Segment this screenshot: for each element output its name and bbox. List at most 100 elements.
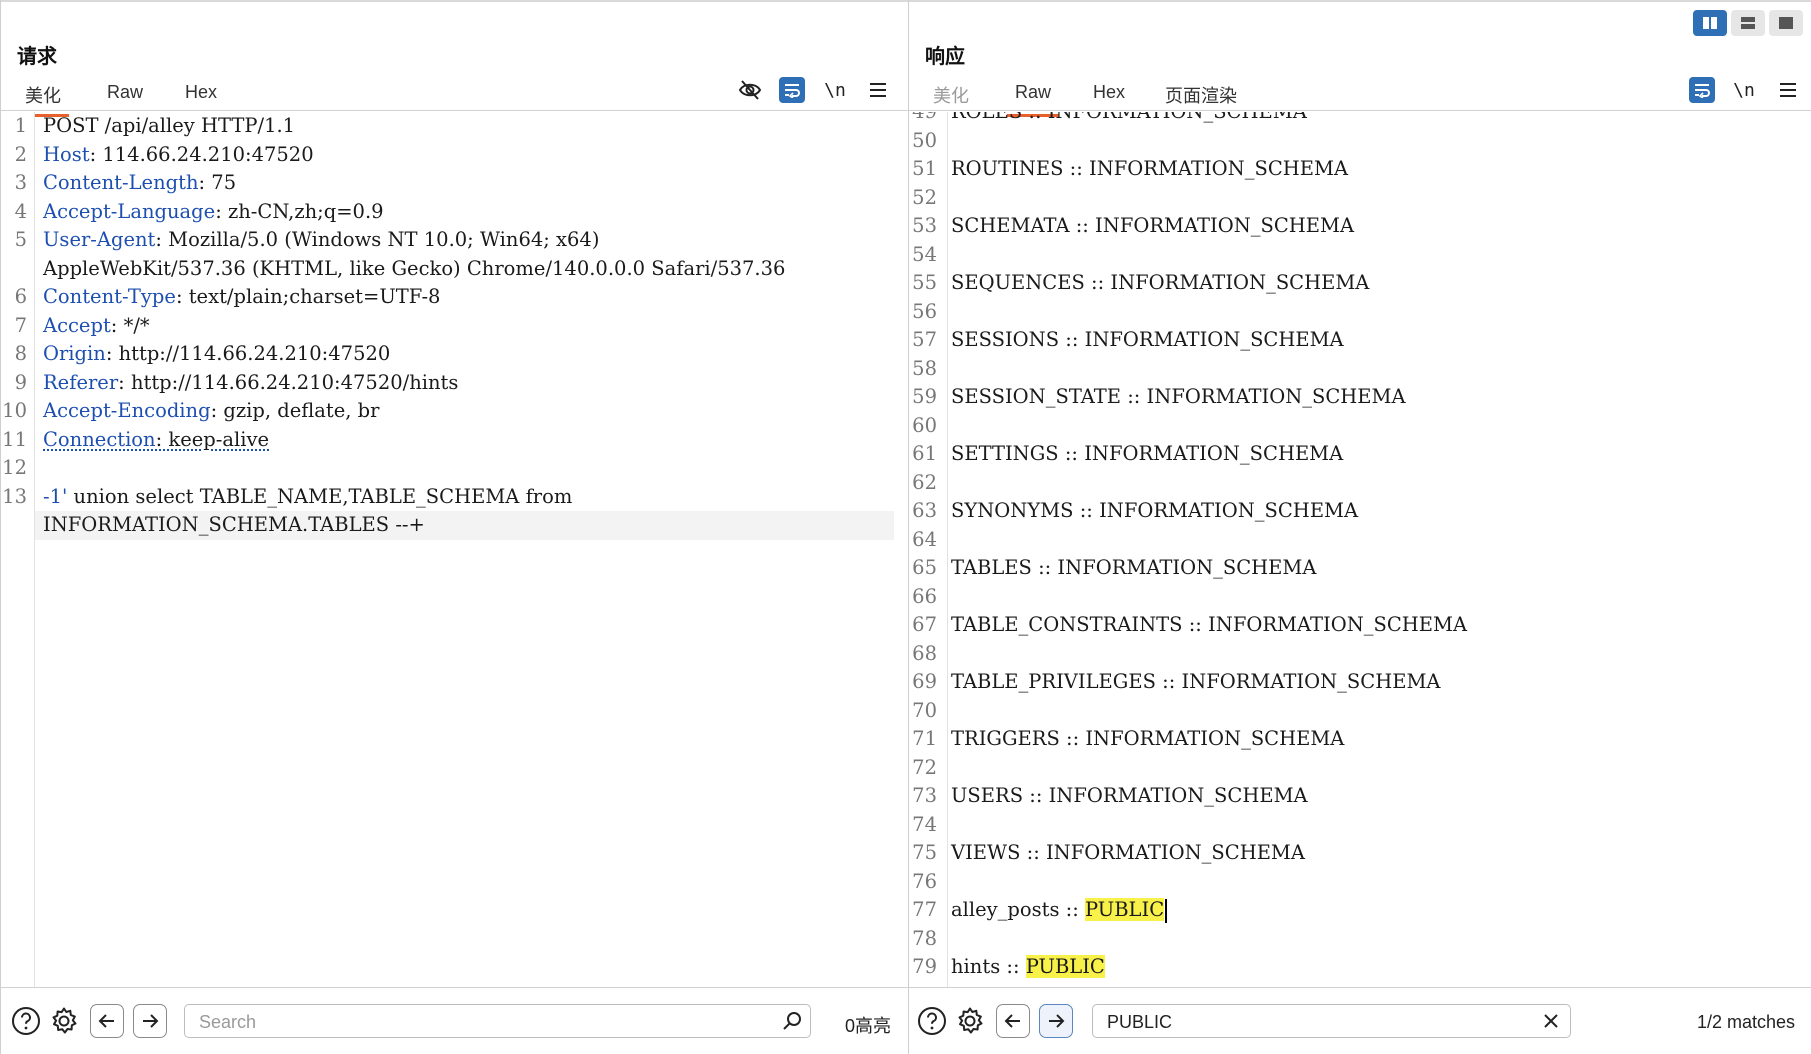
header-name: -1' — [43, 484, 68, 508]
text-segment: SESSION_STATE :: INFORMATION_SCHEMA — [951, 385, 1406, 408]
response-pane: 响应 美化 Raw Hex 页面渲染 \n 49ROLES :: INFORMA… — [909, 0, 1811, 1054]
help-icon[interactable] — [11, 1006, 41, 1036]
response-line: 56 — [909, 298, 1811, 327]
text-segment: TABLE_PRIVILEGES :: INFORMATION_SCHEMA — [951, 670, 1441, 693]
line-content: TABLE_CONSTRAINTS :: INFORMATION_SCHEMA — [951, 611, 1467, 640]
header-name: User-Agent — [43, 228, 156, 251]
line-content: Origin: http://114.66.24.210:47520 — [43, 340, 390, 369]
word-wrap-icon[interactable] — [779, 77, 805, 103]
request-search-box — [184, 1004, 811, 1038]
line-number: 69 — [912, 670, 937, 693]
response-line: 72 — [909, 754, 1811, 783]
text-segment: : http://114.66.24.210:47520/hints — [118, 370, 459, 394]
clear-search-icon[interactable] — [1542, 1012, 1560, 1035]
response-line: 77 alley_posts :: PUBLIC — [909, 896, 1811, 925]
line-number: 78 — [912, 926, 937, 950]
response-line: 65 TABLES :: INFORMATION_SCHEMA — [909, 554, 1811, 583]
response-search-input[interactable] — [1105, 1011, 1491, 1034]
search-prev-button[interactable] — [996, 1004, 1030, 1038]
line-number: 68 — [912, 641, 937, 665]
line-content: SESSIONS :: INFORMATION_SCHEMA — [951, 326, 1344, 355]
search-icon[interactable] — [782, 1011, 802, 1036]
search-next-button[interactable] — [1039, 1004, 1073, 1038]
line-number: 72 — [912, 755, 937, 779]
line-number: 51 — [912, 157, 937, 180]
line-content: SETTINGS :: INFORMATION_SCHEMA — [951, 440, 1343, 469]
line-number: 55 — [912, 271, 937, 294]
line-content: POST /api/alley HTTP/1.1 — [43, 112, 295, 141]
response-search-box — [1092, 1004, 1571, 1038]
line-content: hints :: PUBLIC — [951, 953, 1105, 982]
line-number: 75 — [912, 841, 937, 864]
text-segment: SYNONYMS :: INFORMATION_SCHEMA — [951, 499, 1359, 522]
request-line: INFORMATION_SCHEMA.TABLES --+ — [35, 511, 894, 540]
response-line: 49 ROLES :: INFORMATION_SCHEMA — [909, 112, 1811, 127]
menu-icon[interactable] — [1775, 77, 1801, 103]
response-line: 59 SESSION_STATE :: INFORMATION_SCHEMA — [909, 383, 1811, 412]
line-content: Accept-Encoding: gzip, deflate, br — [43, 397, 379, 426]
layout-stacked-icon[interactable] — [1731, 10, 1765, 36]
line-content: Content-Type: text/plain;charset=UTF-8 — [43, 283, 440, 312]
response-editor[interactable]: 49 ROLES :: INFORMATION_SCHEMA5051 ROUTINE… — [909, 112, 1811, 988]
newline-toggle[interactable]: \n — [822, 77, 848, 103]
response-line: 63 SYNONYMS :: INFORMATION_SCHEMA — [909, 497, 1811, 526]
line-number: 7 — [14, 313, 27, 337]
request-line: 12 — [1, 454, 908, 483]
text-segment: SETTINGS :: INFORMATION_SCHEMA — [951, 442, 1344, 465]
line-number: 4 — [14, 199, 27, 223]
response-search-status: 1/2 matches — [1697, 1012, 1796, 1032]
menu-icon[interactable] — [865, 77, 891, 103]
layout-single-icon[interactable] — [1769, 10, 1803, 36]
text-segment: : 114.66.24.210:47520 — [89, 142, 314, 166]
response-line: 68 — [909, 640, 1811, 669]
settings-gear-icon[interactable] — [49, 1006, 79, 1036]
layout-side-by-side-icon[interactable] — [1693, 10, 1727, 36]
line-number: 63 — [912, 499, 937, 522]
response-line: 76 — [909, 868, 1811, 897]
response-title: 响应 — [925, 46, 965, 68]
text-segment: : keep-alive — [155, 427, 270, 451]
word-wrap-icon[interactable] — [1689, 77, 1715, 103]
response-line: 51 ROUTINES :: INFORMATION_SCHEMA — [909, 155, 1811, 184]
request-editor[interactable]: 1 POST /api/alley HTTP/1.1 2 Host: 114.66.2… — [1, 112, 908, 988]
response-line: 58 — [909, 355, 1811, 384]
line-number: 59 — [912, 385, 937, 408]
request-line: 5 User-Agent: Mozilla/5.0 (Windows NT 10.… — [1, 226, 908, 255]
line-number: 9 — [14, 370, 27, 394]
search-prev-button[interactable] — [90, 1004, 124, 1038]
text-segment: ROUTINES :: INFORMATION_SCHEMA — [951, 157, 1349, 180]
text-segment: TABLES :: INFORMATION_SCHEMA — [951, 556, 1317, 579]
request-tab-divider — [1, 110, 908, 111]
line-content: Referer: http://114.66.24.210:47520/hint… — [43, 369, 458, 398]
line-content: AppleWebKit/537.36 (KHTML, like Gecko) C… — [43, 255, 785, 284]
text-segment: : gzip, deflate, br — [210, 399, 380, 422]
text-segment: : text/plain;charset=UTF-8 — [175, 285, 441, 308]
response-line: 66 — [909, 583, 1811, 612]
line-number: 50 — [912, 128, 937, 152]
newline-toggle[interactable]: \n — [1731, 77, 1757, 103]
line-number: 71 — [912, 727, 937, 750]
response-line: 50 — [909, 127, 1811, 156]
line-content: Connection: keep-alive — [43, 426, 269, 455]
response-line: 67 TABLE_CONSTRAINTS :: INFORMATION_SCHEM… — [909, 611, 1811, 640]
line-number: 76 — [912, 869, 937, 893]
response-line: 61 SETTINGS :: INFORMATION_SCHEMA — [909, 440, 1811, 469]
response-line: 54 — [909, 241, 1811, 270]
line-number: 61 — [912, 442, 937, 465]
text-segment: VIEWS :: INFORMATION_SCHEMA — [951, 841, 1305, 864]
search-next-button[interactable] — [133, 1004, 167, 1038]
line-number: 8 — [14, 342, 27, 365]
hide-icon[interactable] — [737, 77, 763, 103]
help-icon[interactable] — [917, 1006, 947, 1036]
text-segment: alley_posts :: — [951, 898, 1086, 921]
request-line: 7 Accept: */* — [1, 312, 908, 341]
header-name: Host — [43, 142, 90, 166]
settings-gear-icon[interactable] — [955, 1006, 985, 1036]
text-segment: : */* — [110, 313, 150, 337]
header-name: Accept-Language — [43, 199, 216, 223]
request-title: 请求 — [17, 46, 57, 68]
text-segment: USERS :: INFORMATION_SCHEMA — [951, 784, 1308, 807]
line-content: SEQUENCES :: INFORMATION_SCHEMA — [951, 269, 1369, 298]
response-line: 73 USERS :: INFORMATION_SCHEMA — [909, 782, 1811, 811]
request-search-input[interactable] — [197, 1011, 701, 1034]
